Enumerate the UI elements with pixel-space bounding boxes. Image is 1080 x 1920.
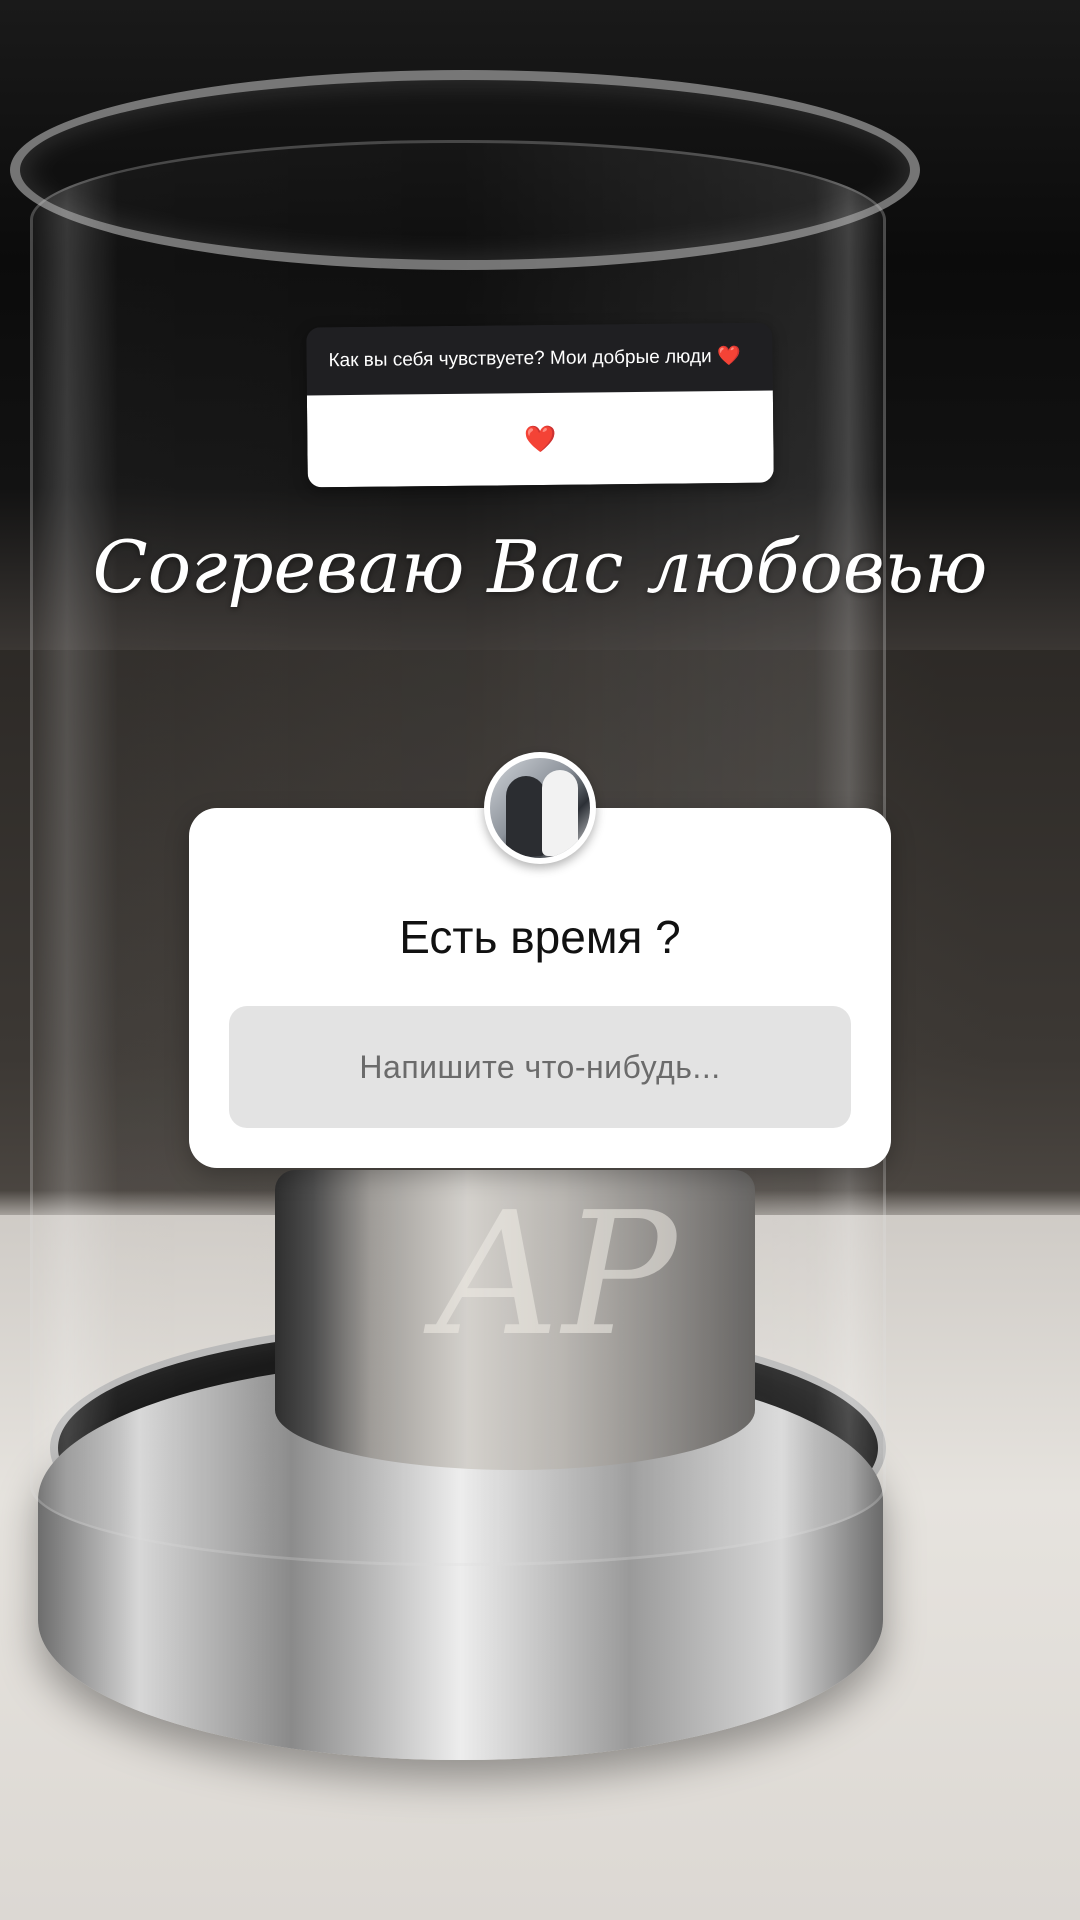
avatar-person-right [542,770,578,856]
avatar-photo-icon [490,758,590,858]
question-reply-sticker[interactable]: Как вы себя чувствуете? Мои добрые люди … [306,322,774,488]
reply-answer-text: ❤️ [306,390,774,488]
question-title: Есть время ? [399,911,681,963]
avatar [484,752,596,864]
story-caption: Согреваю Вас любовью [92,525,988,609]
story-canvas: АР Как вы себя чувствуете? Мои добрые лю… [0,0,1080,1920]
avatar-person-left [506,776,546,856]
reply-question-text: Как вы себя чувствуете? Мои добрые люди … [306,322,773,396]
glass-rim [10,70,920,270]
question-answer-input[interactable]: Напишите что-нибудь... [229,1006,851,1128]
